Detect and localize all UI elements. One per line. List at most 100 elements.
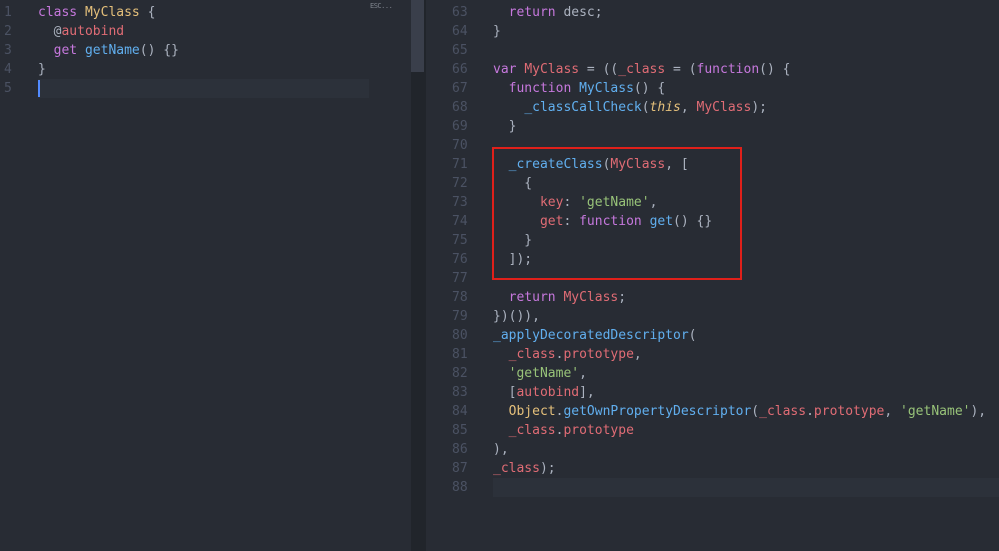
minimap[interactable]: ESC... [370,2,393,10]
line-number: 75 [452,233,468,248]
line-number: 74 [452,214,468,229]
code-token: class [38,5,85,20]
code-token: getName [84,43,140,58]
code-line[interactable]: 81 _class.prototype, [426,345,999,364]
code-line[interactable]: 78 return MyClass; [426,288,999,307]
code-token: prototype [813,404,885,419]
left-editor-pane[interactable]: 1 class MyClass {2 @autobind 3 get getName… [0,0,411,551]
line-number: 82 [452,366,468,381]
code-line[interactable]: 63 return desc; [426,3,999,22]
line-number: 88 [452,480,468,495]
code-token: } [493,119,517,134]
code-line[interactable]: 88 [426,478,999,497]
left-scrollbar-thumb[interactable] [411,0,424,72]
code-token: , [680,100,697,115]
line-number: 77 [452,271,468,286]
line-number: 80 [452,328,468,343]
code-token: () {} [139,43,179,58]
code-line[interactable]: 67 function MyClass() { [426,79,999,98]
code-token: ; [618,290,627,305]
line-number: 66 [452,62,468,77]
code-token: , [579,366,587,381]
line-number: 63 [452,5,468,20]
code-line[interactable]: 83 [autobind], [426,383,999,402]
code-line[interactable]: 84 Object. getOwnPropertyDescriptor(_clas… [426,402,999,421]
code-token: ( [751,404,760,419]
code-token: MyClass [84,5,140,20]
line-number: 81 [452,347,468,362]
code-line[interactable]: 86), [426,440,999,459]
code-token: this [649,100,681,115]
line-number: 64 [452,24,468,39]
text-caret [38,80,40,97]
code-line[interactable]: 80 _applyDecoratedDescriptor( [426,326,999,345]
code-line[interactable]: 82 'getName', [426,364,999,383]
code-token: = (( [579,62,619,77]
code-line[interactable]: 69 } [426,117,999,136]
code-token: _classCallCheck [524,100,642,115]
code-line[interactable]: 2 @autobind [0,22,411,41]
code-token: _class [508,423,556,438]
code-token: . [806,404,814,419]
code-token: () { [633,81,666,96]
code-token: = ( [665,62,697,77]
code-token: ( [688,328,697,343]
code-token: function [508,81,580,96]
code-line[interactable]: 79 })()), [426,307,999,326]
code-token: MyClass [524,62,580,77]
code-line[interactable]: 65 [426,41,999,60]
line-number: 86 [452,442,468,457]
code-token: return [508,5,564,20]
code-token: var [493,62,525,77]
line-number: 5 [4,81,12,96]
line-number: 68 [452,100,468,115]
code-token: () { [759,62,791,77]
left-code-area[interactable]: 1 class MyClass {2 @autobind 3 get getName… [0,3,411,98]
code-line[interactable]: 3 get getName() {} [0,41,411,60]
code-token: desc; [563,5,603,20]
code-token: ), [970,404,987,419]
line-number: 73 [452,195,468,210]
code-token: prototype [563,347,634,362]
code-token: { [139,5,156,20]
code-token: function [696,62,760,77]
line-number: 3 [4,43,12,58]
code-line[interactable]: 64} [426,22,999,41]
code-token: return [508,290,564,305]
code-line[interactable]: 5 [0,79,411,98]
line-number: 2 [4,24,12,39]
code-token: _class [508,347,556,362]
code-token: } [38,62,46,77]
code-token: _class [493,461,540,476]
code-token: getOwnPropertyDescriptor [563,404,752,419]
code-line[interactable]: 4} [0,60,411,79]
line-number: 83 [452,385,468,400]
code-line[interactable]: 68 _classCallCheck(this, MyClass); [426,98,999,117]
code-token: })()), [493,309,540,324]
pane-divider[interactable] [411,0,426,551]
code-line[interactable]: 87 _class); [426,459,999,478]
line-number: 76 [452,252,468,267]
code-token: ); [539,461,556,476]
line-number: 71 [452,157,468,172]
code-line[interactable]: 85 _class.prototype [426,421,999,440]
line-number: 79 [452,309,468,324]
line-number: 87 [452,461,468,476]
line-number: 70 [452,138,468,153]
code-token: MyClass [563,290,619,305]
code-token: [ [493,385,517,400]
code-token: Object [508,404,556,419]
code-token: 'getName' [508,366,580,381]
line-number: 1 [4,5,12,20]
code-token: MyClass [696,100,752,115]
code-token: , [884,404,901,419]
code-line[interactable]: 1 class MyClass { [0,3,411,22]
code-line[interactable]: 66 var MyClass = ((_class = (function() { [426,60,999,79]
